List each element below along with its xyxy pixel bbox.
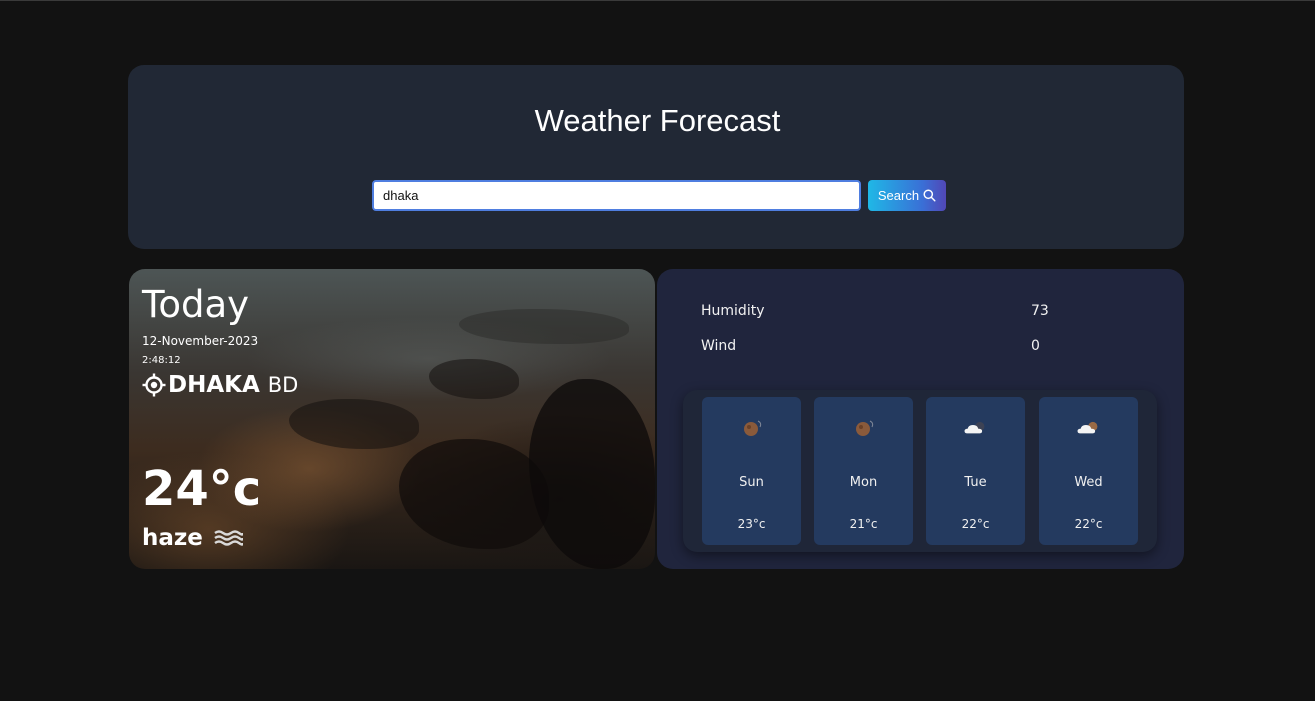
country-code: BD: [267, 373, 299, 397]
location-crosshair-icon: [142, 373, 166, 397]
humidity-label: Humidity: [701, 303, 765, 319]
forecast-day-name: Wed: [1074, 475, 1103, 490]
header-card: [128, 65, 1184, 249]
today-card: Today 12-November-2023 2:48:12 DHAKA BD …: [129, 269, 655, 569]
current-temperature: 24°c: [142, 461, 262, 517]
forecast-day-card: Sun 23°c: [702, 397, 801, 545]
dark-moon-icon: [855, 420, 873, 436]
search-button[interactable]: Search: [868, 180, 946, 211]
search-input[interactable]: [372, 180, 861, 211]
background-rock: [289, 399, 419, 449]
location: DHAKA BD: [142, 372, 298, 398]
haze-icon: [214, 530, 243, 546]
today-time: 2:48:12: [142, 355, 181, 366]
app-title: Weather Forecast: [534, 103, 781, 138]
today-date: 12-November-2023: [142, 334, 259, 348]
city-name: DHAKA: [168, 372, 260, 398]
forecast-day-card: Mon 21°c: [814, 397, 913, 545]
forecast-day-temp: 23°c: [737, 517, 766, 531]
search-icon: [923, 189, 936, 202]
forecast-day-temp: 22°c: [1074, 517, 1103, 531]
cloud-moon-icon: [964, 421, 984, 434]
cloud-moon-icon: [1077, 421, 1097, 434]
top-divider: [0, 0, 1315, 1]
background-rock: [399, 439, 549, 549]
humidity-value: 73: [1031, 303, 1049, 319]
background-rock: [529, 379, 655, 569]
condition-text: haze: [142, 525, 203, 551]
background-rock: [429, 359, 519, 399]
details-card: Humidity 73 Wind 0 Sun 23°c Mon 21°c Tue…: [657, 269, 1184, 569]
search-button-label: Search: [877, 188, 920, 203]
wind-label: Wind: [701, 338, 737, 354]
forecast-day-card: Tue 22°c: [926, 397, 1025, 545]
forecast-day-name: Tue: [964, 475, 987, 490]
forecast-day-card: Wed 22°c: [1039, 397, 1138, 545]
forecast-panel: Sun 23°c Mon 21°c Tue 22°c Wed 22°c: [683, 390, 1157, 552]
forecast-day-name: Sun: [739, 475, 764, 490]
weather-condition: haze: [142, 525, 243, 551]
wind-value: 0: [1031, 338, 1040, 354]
dark-moon-icon: [743, 420, 761, 436]
forecast-day-temp: 21°c: [849, 517, 878, 531]
background-rock: [459, 309, 629, 344]
forecast-day-name: Mon: [849, 475, 878, 490]
today-title: Today: [142, 283, 250, 326]
forecast-day-temp: 22°c: [961, 517, 990, 531]
